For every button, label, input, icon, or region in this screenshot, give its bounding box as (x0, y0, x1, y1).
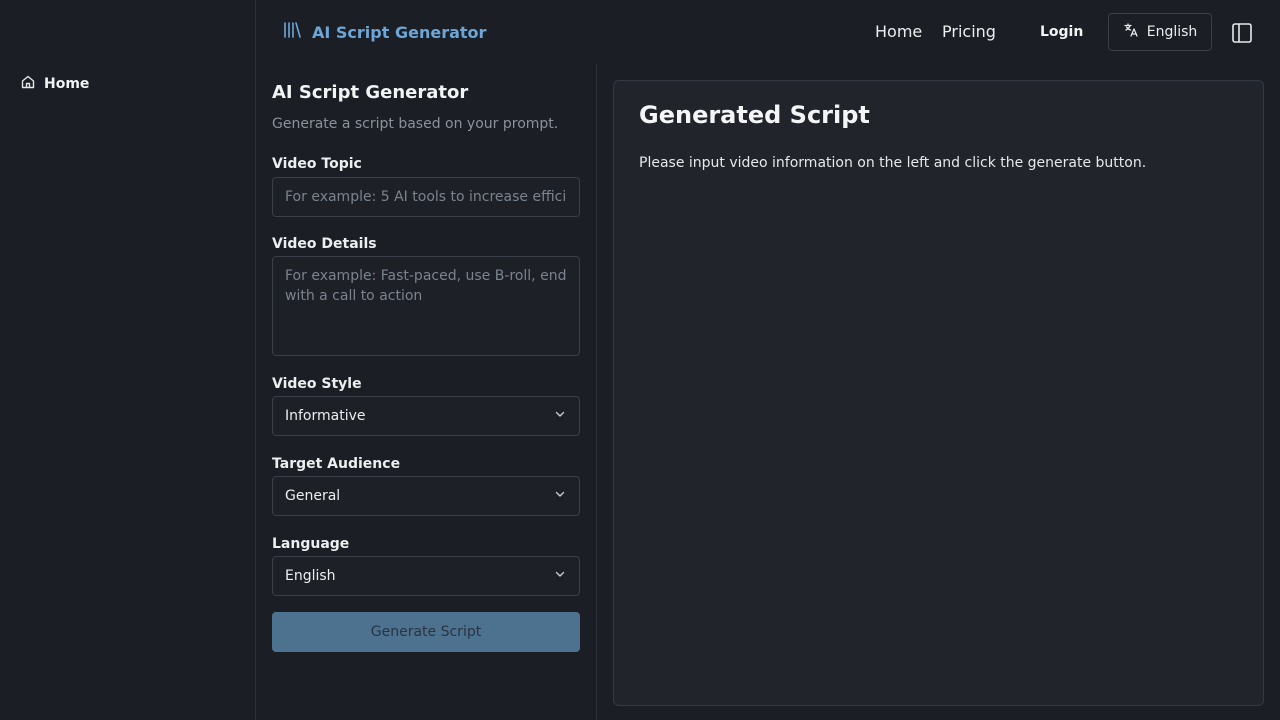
language-select[interactable]: English (272, 556, 580, 596)
language-button[interactable]: English (1108, 13, 1212, 51)
sidebar: Home (0, 0, 256, 720)
language-value: English (285, 568, 336, 584)
video-style-value: Informative (285, 408, 366, 424)
target-audience-select[interactable]: General (272, 476, 580, 516)
top-header: AI Script Generator Home Pricing Login E… (256, 0, 1280, 64)
brand-title: AI Script Generator (312, 22, 487, 42)
chevron-down-icon (553, 567, 567, 585)
chevron-down-icon (553, 407, 567, 425)
nav-pricing-link[interactable]: Pricing (942, 20, 996, 44)
script-form: AI Script Generator Generate a script ba… (256, 64, 597, 720)
video-topic-label: Video Topic (272, 156, 362, 172)
login-button[interactable]: Login (1040, 20, 1083, 44)
video-style-label: Video Style (272, 376, 362, 392)
home-icon (20, 74, 36, 94)
library-icon (282, 20, 302, 44)
form-subtitle: Generate a script based on your prompt. (272, 116, 559, 132)
generate-script-button[interactable]: Generate Script (272, 612, 580, 652)
form-title: AI Script Generator (272, 82, 469, 103)
target-audience-value: General (285, 488, 341, 504)
video-topic-input[interactable] (272, 177, 580, 217)
output-title: Generated Script (639, 101, 870, 129)
language-label: Language (272, 536, 350, 552)
panel-toggle-icon[interactable] (1230, 21, 1254, 45)
output-message: Please input video information on the le… (639, 155, 1147, 171)
sidebar-item-label: Home (44, 76, 90, 92)
generated-script-panel: Generated Script Please input video info… (613, 80, 1264, 706)
target-audience-label: Target Audience (272, 456, 401, 472)
video-details-textarea[interactable] (272, 256, 580, 356)
chevron-down-icon (553, 487, 567, 505)
video-details-label: Video Details (272, 236, 377, 252)
translate-icon (1123, 22, 1139, 42)
nav-home-link[interactable]: Home (875, 20, 922, 44)
brand-logo[interactable]: AI Script Generator (282, 20, 486, 44)
language-button-label: English (1146, 24, 1198, 40)
sidebar-item-home[interactable]: Home (20, 74, 89, 94)
video-style-select[interactable]: Informative (272, 396, 580, 436)
